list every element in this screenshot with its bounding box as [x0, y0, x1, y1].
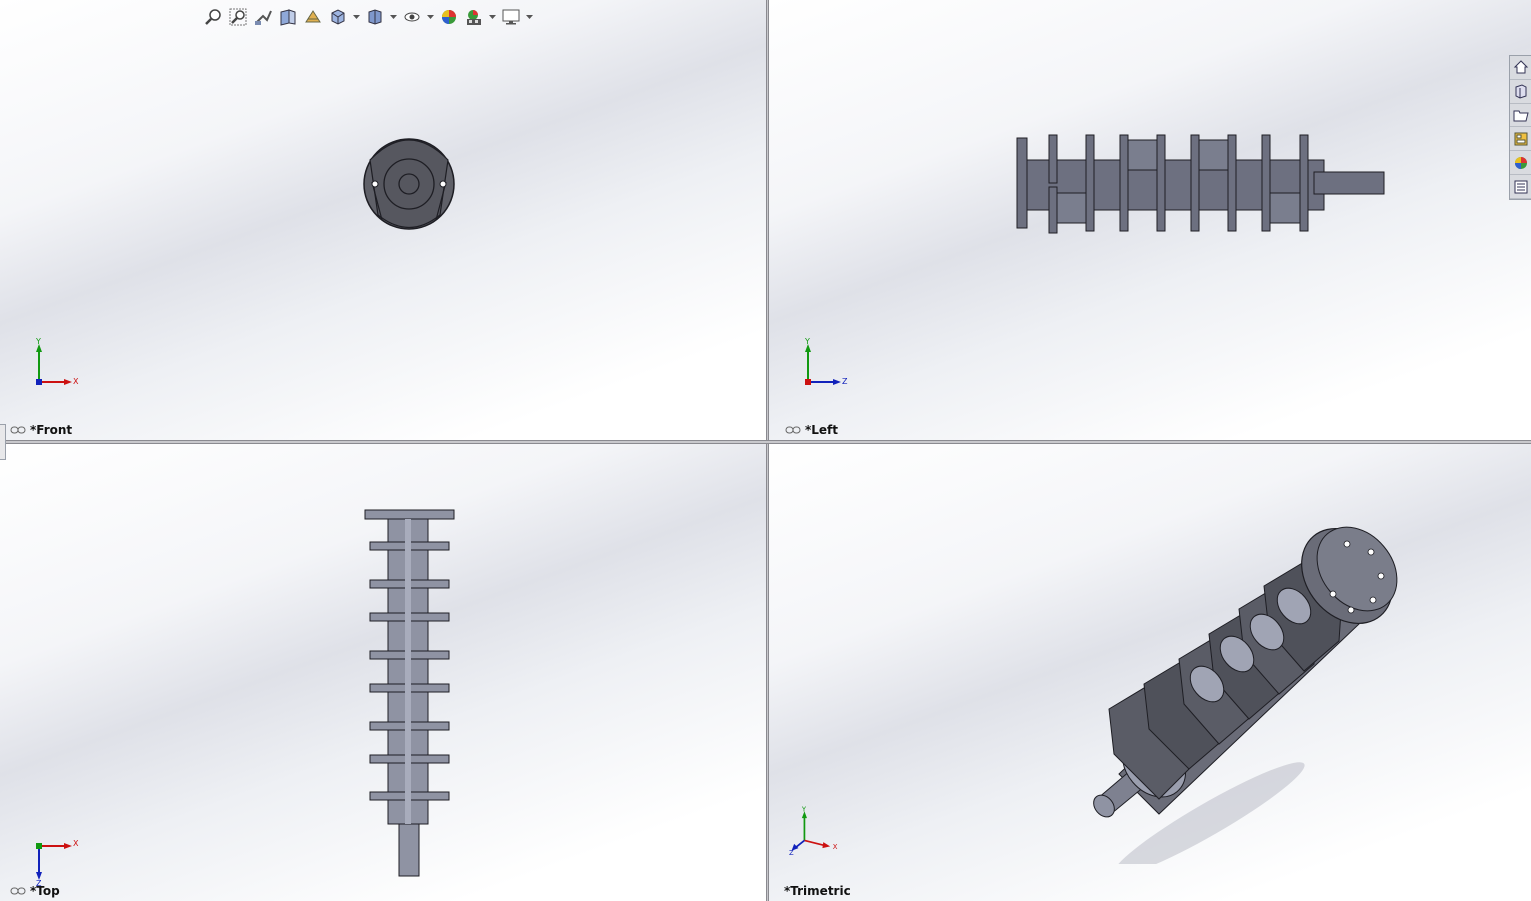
view-orientation-icon[interactable] [327, 7, 349, 27]
apply-scene-icon[interactable] [463, 7, 485, 27]
viewport-label-left: *Left [785, 423, 838, 437]
heads-up-view-toolbar [202, 6, 534, 28]
coordinate-triad: Y X Z [789, 806, 838, 856]
viewport-name: *Trimetric [784, 884, 851, 898]
link-views-icon[interactable] [10, 426, 26, 434]
viewport-name: *Top [30, 884, 60, 898]
vertical-viewport-splitter[interactable] [766, 0, 769, 901]
display-style-dropdown-icon[interactable] [389, 7, 398, 27]
hide-show-items-icon[interactable] [401, 7, 423, 27]
view-settings-dropdown-icon[interactable] [525, 7, 534, 27]
solidworks-resources-icon[interactable] [1510, 56, 1531, 80]
view-orientation-dropdown-icon[interactable] [352, 7, 361, 27]
crankshaft-top-view[interactable] [360, 506, 460, 878]
custom-properties-icon[interactable] [1510, 175, 1531, 199]
link-views-icon[interactable] [785, 426, 801, 434]
edit-appearance-icon[interactable] [438, 7, 460, 27]
viewport-front[interactable]: Y X *Front [0, 0, 766, 440]
viewport-label-front: *Front [10, 423, 72, 437]
viewport-name: *Front [30, 423, 73, 437]
crankshaft-trimetric-view[interactable] [1089, 514, 1399, 864]
axis-label-x: X [73, 839, 79, 848]
axis-label-z: Z [789, 849, 794, 856]
display-style-icon[interactable] [364, 7, 386, 27]
task-pane-tabs [1509, 55, 1531, 200]
axis-label-x: X [73, 377, 79, 386]
file-explorer-icon[interactable] [1510, 104, 1531, 128]
axis-label-y: Y [804, 338, 810, 346]
previous-view-icon[interactable] [252, 7, 274, 27]
viewport-label-top: *Top [10, 884, 60, 898]
zoom-to-area-icon[interactable] [227, 7, 249, 27]
horizontal-viewport-splitter[interactable] [0, 440, 1531, 444]
appearances-scenes-icon[interactable] [1510, 151, 1531, 176]
crankshaft-left-view[interactable] [1014, 130, 1389, 240]
axis-label-y: Y [801, 806, 807, 813]
design-library-icon[interactable] [1510, 80, 1531, 104]
zoom-to-fit-icon[interactable] [202, 7, 224, 27]
feature-manager-collapse-handle[interactable] [0, 424, 6, 460]
hide-show-dropdown-icon[interactable] [426, 7, 435, 27]
viewport-name: *Left [805, 423, 839, 437]
viewport-trimetric[interactable]: Y X Z *Trimetric [769, 444, 1531, 901]
view-settings-icon[interactable] [500, 7, 522, 27]
coordinate-triad: Y Z [804, 338, 848, 386]
axis-label-y: Y [35, 338, 41, 346]
axis-label-x: X [833, 843, 838, 851]
coordinate-triad: X Z [36, 839, 79, 886]
link-views-icon[interactable] [10, 887, 26, 895]
viewport-left[interactable]: Y Z *Left [769, 0, 1531, 440]
dynamic-annotation-icon[interactable] [302, 7, 324, 27]
crankshaft-front-view[interactable] [360, 130, 460, 238]
coordinate-triad: Y X [35, 338, 79, 386]
axis-label-z: Z [842, 377, 848, 386]
section-view-icon[interactable] [277, 7, 299, 27]
viewport-top[interactable]: X Z *Top [0, 444, 766, 901]
viewport-label-trimetric: *Trimetric [784, 884, 851, 898]
view-palette-icon[interactable] [1510, 127, 1531, 152]
apply-scene-dropdown-icon[interactable] [488, 7, 497, 27]
